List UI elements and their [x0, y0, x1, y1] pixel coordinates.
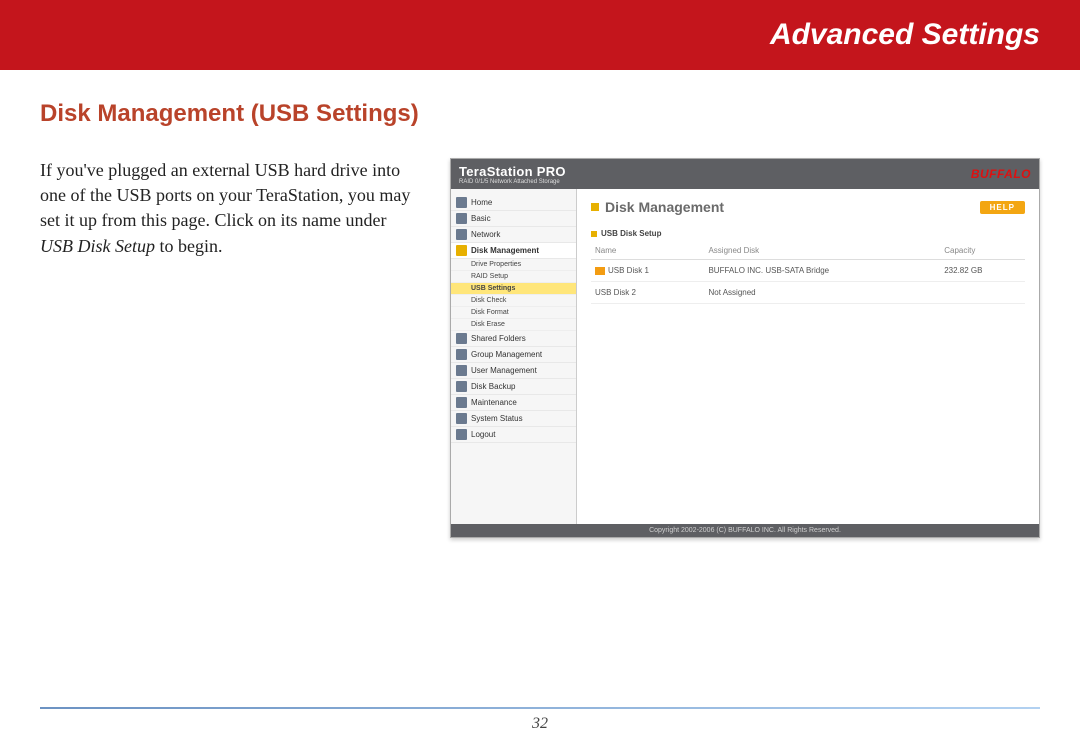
- nav-icon: [456, 429, 467, 440]
- section-title: Disk Management (USB Settings): [40, 100, 1040, 128]
- disk-icon: [595, 267, 605, 275]
- product-logo: TeraStation PRO RAID 0/1/5 Network Attac…: [459, 164, 566, 185]
- nav-icon: [456, 349, 467, 360]
- help-button[interactable]: HELP: [980, 201, 1025, 214]
- cell-capacity: [940, 282, 1025, 304]
- sidebar-item-label: Drive Properties: [471, 261, 521, 268]
- nav-icon: [456, 245, 467, 256]
- sidebar-item-label: USB Settings: [471, 285, 515, 292]
- sidebar-item[interactable]: Network: [451, 227, 576, 243]
- sidebar-subitem[interactable]: Drive Properties: [451, 259, 576, 271]
- blurb-em: USB Disk Setup: [40, 236, 155, 256]
- subsection-heading: USB Disk Setup: [591, 229, 1025, 238]
- screenshot-footer: Copyright 2002-2006 (C) BUFFALO INC. All…: [451, 524, 1039, 537]
- cell-assigned: Not Assigned: [704, 282, 940, 304]
- sidebar-item-label: RAID Setup: [471, 273, 508, 280]
- sidebar-subitem[interactable]: Disk Erase: [451, 319, 576, 331]
- nav-icon: [456, 229, 467, 240]
- product-name: TeraStation PRO: [459, 164, 566, 179]
- sidebar-item-label: Shared Folders: [471, 334, 526, 343]
- nav-icon: [456, 365, 467, 376]
- blurb-post: to begin.: [155, 236, 223, 256]
- sidebar-subitem[interactable]: USB Settings: [451, 283, 576, 295]
- sidebar-item[interactable]: Shared Folders: [451, 331, 576, 347]
- nav-icon: [456, 333, 467, 344]
- sidebar-item[interactable]: Home: [451, 195, 576, 211]
- table-row[interactable]: USB Disk 1 BUFFALO INC. USB-SATA Bridge23…: [591, 260, 1025, 282]
- usb-disk-table: Name Assigned Disk Capacity USB Disk 1 BU…: [591, 242, 1025, 304]
- product-tagline: RAID 0/1/5 Network Attached Storage: [459, 179, 566, 185]
- blurb-pre: If you've plugged an external USB hard d…: [40, 160, 410, 230]
- screenshot-header: TeraStation PRO RAID 0/1/5 Network Attac…: [451, 159, 1039, 189]
- sidebar-item[interactable]: Basic: [451, 211, 576, 227]
- subsection-label: USB Disk Setup: [601, 229, 661, 238]
- sidebar-item[interactable]: Group Management: [451, 347, 576, 363]
- sidebar-item-label: Disk Backup: [471, 382, 515, 391]
- sidebar-item[interactable]: User Management: [451, 363, 576, 379]
- disk-name: USB Disk 1: [608, 266, 649, 275]
- sidebar-item-label: Logout: [471, 430, 495, 439]
- disk-name: USB Disk 2: [595, 288, 636, 297]
- sidebar-subitem[interactable]: Disk Format: [451, 307, 576, 319]
- sidebar-item[interactable]: Disk Backup: [451, 379, 576, 395]
- main-panel: Disk Management HELP USB Disk Setup Na: [577, 189, 1039, 524]
- sidebar-item[interactable]: Maintenance: [451, 395, 576, 411]
- sidebar-item-label: Group Management: [471, 350, 542, 359]
- col-assigned: Assigned Disk: [704, 242, 940, 260]
- sidebar-item[interactable]: Logout: [451, 427, 576, 443]
- bullet-icon: [591, 231, 597, 237]
- nav-icon: [456, 197, 467, 208]
- sidebar-item[interactable]: System Status: [451, 411, 576, 427]
- sidebar-item[interactable]: Disk Management: [451, 243, 576, 259]
- footer-rule: [40, 707, 1040, 709]
- nav-icon: [456, 413, 467, 424]
- sidebar-item-label: System Status: [471, 414, 523, 423]
- panel-title-row: Disk Management: [591, 199, 724, 215]
- sidebar-item-label: Disk Management: [471, 246, 539, 255]
- sidebar-item-label: Maintenance: [471, 398, 517, 407]
- bullet-icon: [591, 203, 599, 211]
- sidebar-subitem[interactable]: RAID Setup: [451, 271, 576, 283]
- sidebar-item-label: User Management: [471, 366, 537, 375]
- panel-title: Disk Management: [605, 199, 724, 215]
- col-capacity: Capacity: [940, 242, 1025, 260]
- sidebar-item-label: Basic: [471, 214, 491, 223]
- cell-name: USB Disk 2: [591, 282, 704, 304]
- sidebar-item-label: Disk Check: [471, 297, 506, 304]
- sidebar: Home Basic Network Disk Management Drive Pro…: [451, 189, 577, 524]
- page-title: Advanced Settings: [770, 18, 1040, 52]
- page-number: 32: [0, 715, 1080, 733]
- screenshot: TeraStation PRO RAID 0/1/5 Network Attac…: [450, 158, 1040, 538]
- nav-icon: [456, 213, 467, 224]
- cell-capacity: 232.82 GB: [940, 260, 1025, 282]
- cell-name: USB Disk 1: [591, 260, 704, 282]
- brand-logo: BUFFALO: [971, 167, 1031, 181]
- sidebar-item-label: Disk Format: [471, 309, 509, 316]
- nav-icon: [456, 397, 467, 408]
- col-name: Name: [591, 242, 704, 260]
- cell-assigned: BUFFALO INC. USB-SATA Bridge: [704, 260, 940, 282]
- header-bar: Advanced Settings: [0, 0, 1080, 70]
- table-row[interactable]: USB Disk 2 Not Assigned: [591, 282, 1025, 304]
- sidebar-subitem[interactable]: Disk Check: [451, 295, 576, 307]
- sidebar-item-label: Home: [471, 198, 492, 207]
- nav-icon: [456, 381, 467, 392]
- body-paragraph: If you've plugged an external USB hard d…: [40, 158, 420, 259]
- sidebar-item-label: Network: [471, 230, 500, 239]
- sidebar-item-label: Disk Erase: [471, 321, 505, 328]
